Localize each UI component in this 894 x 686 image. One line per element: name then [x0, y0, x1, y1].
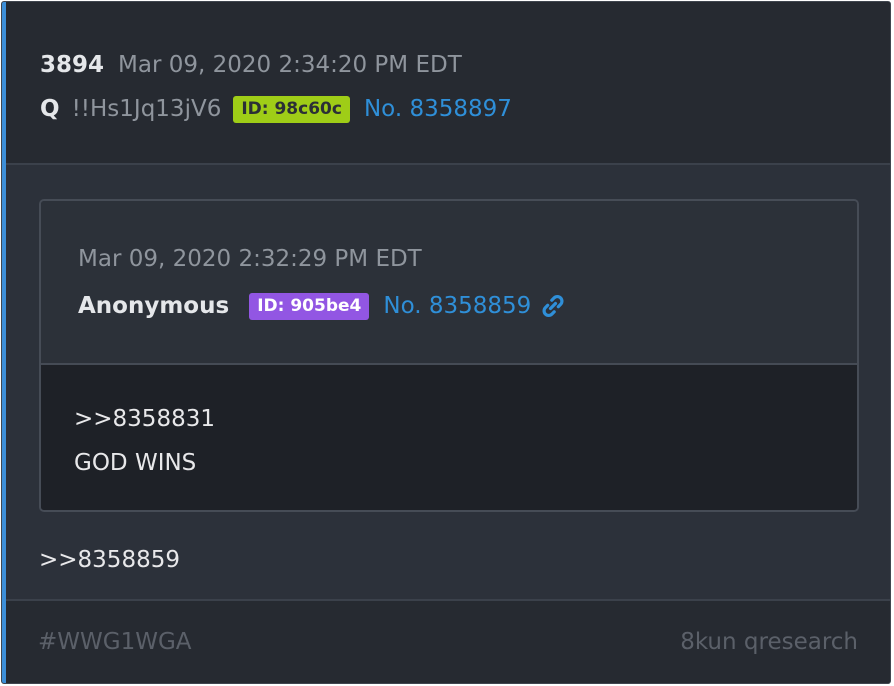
quoted-post-text: GOD WINS	[74, 450, 197, 476]
post-reply-link[interactable]: >>8358859	[39, 547, 180, 573]
quoted-post-number-link[interactable]: No. 8358859	[383, 293, 531, 319]
quoted-post-author: Anonymous	[78, 293, 230, 319]
post-meta-line: 3894 Mar 09, 2020 2:34:20 PM EDT	[40, 49, 462, 81]
link-icon[interactable]	[539, 292, 567, 320]
post-timestamp: Mar 09, 2020 2:34:20 PM EDT	[118, 52, 462, 78]
q-post-card: 3894 Mar 09, 2020 2:34:20 PM EDT Q !!Hs1…	[1, 1, 891, 684]
post-number: 3894	[40, 52, 105, 78]
post-source: 8kun qresearch	[680, 629, 858, 655]
quoted-post: Mar 09, 2020 2:32:29 PM EDT Anonymous ID…	[39, 199, 859, 512]
quoted-post-reply-link[interactable]: >>8358831	[74, 406, 215, 432]
quoted-post-timestamp: Mar 09, 2020 2:32:29 PM EDT	[78, 246, 422, 272]
post-header: 3894 Mar 09, 2020 2:34:20 PM EDT Q !!Hs1…	[2, 2, 890, 165]
post-tripcode: !!Hs1Jq13jV6	[71, 96, 222, 122]
post-number-link[interactable]: No. 8358897	[364, 96, 512, 122]
quoted-poster-id-badge: ID: 905be4	[249, 292, 370, 320]
hashtag: #WWG1WGA	[38, 629, 192, 655]
quoted-post-author-line: Anonymous ID: 905be4 No. 8358859	[78, 289, 567, 323]
post-footer: #WWG1WGA 8kun qresearch	[2, 599, 890, 683]
post-author: Q	[40, 96, 60, 122]
post-author-line: Q !!Hs1Jq13jV6 ID: 98c60c No. 8358897	[40, 92, 512, 126]
quoted-post-body: >>8358831 GOD WINS	[41, 365, 857, 510]
poster-id-badge: ID: 98c60c	[233, 95, 350, 123]
quoted-post-header: Mar 09, 2020 2:32:29 PM EDT Anonymous ID…	[41, 201, 857, 365]
